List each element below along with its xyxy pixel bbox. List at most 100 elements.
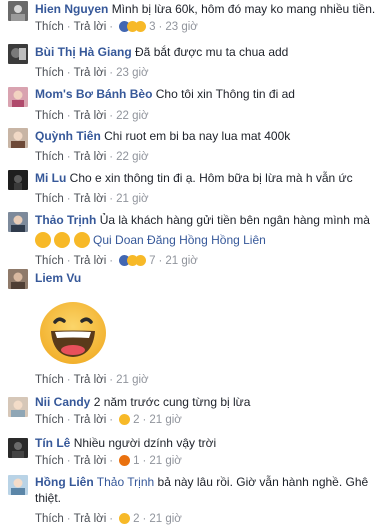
reaction-count: 2: [133, 414, 140, 426]
reply-link[interactable]: Trả lời: [74, 414, 107, 426]
reaction-count: 7: [149, 255, 156, 267]
comment-body: Hồng Liên Thảo Trịnh bả này lâu rồi. Giờ…: [35, 474, 388, 506]
avatar[interactable]: [8, 212, 28, 232]
avatar[interactable]: [8, 1, 28, 21]
avatar[interactable]: [8, 87, 28, 107]
comment-time[interactable]: 23 giờ: [165, 21, 197, 33]
sad-reaction-icon: [135, 21, 147, 32]
comment-actions: Thích · Trả lời · 23 giờ: [35, 67, 149, 79]
comment-time[interactable]: 21 giờ: [149, 455, 181, 467]
reply-link[interactable]: Trả lời: [74, 255, 107, 267]
comment-body: Nii Candy 2 năm trước cung từng bị lừa: [35, 394, 388, 410]
reaction-count: 1: [133, 455, 140, 467]
reply-link[interactable]: Trả lời: [74, 21, 107, 33]
comment-body: Bùi Thị Hà Giang Đã bắt được mu ta chua …: [35, 44, 388, 60]
comment-actions: Thích · Trả lời · 1 · 21 giờ: [35, 454, 182, 468]
comment-author[interactable]: Tín Lê: [35, 436, 70, 450]
wow-emoji-icon: [35, 232, 51, 248]
avatar[interactable]: [8, 128, 28, 148]
comment-time[interactable]: 21 giờ: [116, 374, 148, 386]
reaction-summary[interactable]: [118, 20, 147, 34]
angry-reaction-icon: [119, 455, 131, 466]
avatar[interactable]: [8, 170, 28, 190]
sad-reaction-icon: [119, 414, 131, 425]
haha-sticker: [37, 300, 109, 366]
comment-author[interactable]: Mom's Bơ Bánh Bèo: [35, 87, 152, 101]
comment-body: Liem Vu: [35, 270, 388, 286]
tagged-users[interactable]: Qui Doan Đăng Hồng Hồng Liên: [93, 233, 266, 247]
comment-author[interactable]: Nii Candy: [35, 395, 90, 409]
comment-text: Đã bắt được mu ta chua add: [135, 45, 289, 59]
like-link[interactable]: Thích: [35, 21, 64, 33]
comment-actions: Thích · Trả lời · 21 giờ: [35, 374, 149, 386]
avatar[interactable]: [8, 438, 28, 458]
comment-time[interactable]: 22 giờ: [116, 151, 148, 163]
comment-text: Chi ruot em bi ba nay lua mat 400k: [104, 129, 291, 143]
reaction-summary[interactable]: [118, 413, 131, 427]
like-link[interactable]: Thích: [35, 455, 64, 467]
comment-time[interactable]: 21 giờ: [149, 414, 181, 426]
comment-time[interactable]: 22 giờ: [116, 110, 148, 122]
reaction-count: 2: [133, 513, 140, 525]
like-link[interactable]: Thích: [35, 67, 64, 79]
comment-author[interactable]: Liem Vu: [35, 271, 81, 285]
comment-actions: Thích · Trả lời · 3 · 23 giờ: [35, 20, 198, 34]
mention-link[interactable]: Thảo Trịnh: [97, 475, 154, 489]
comment-text: Cho tôi xin Thông tin đi ad: [155, 87, 295, 101]
comment-mentions: Qui Doan Đăng Hồng Hồng Liên: [35, 232, 388, 248]
comment-text: Ủa là khách hàng gửi tiền bên ngân hàng …: [99, 213, 370, 227]
comment-actions: Thích · Trả lời · 22 giờ: [35, 110, 149, 122]
like-link[interactable]: Thích: [35, 255, 64, 267]
comment-text: Mình bị lừa 60k, hôm đó may ko mang nhiề…: [111, 2, 376, 16]
comment-text: Cho e xin thông tin đi ạ. Hôm bữa bị lừa…: [69, 171, 353, 185]
reply-link[interactable]: Trả lời: [74, 513, 107, 525]
comment-body: Tín Lê Nhiều người dzính vậy trời: [35, 435, 388, 451]
comment-author[interactable]: Mi Lu: [35, 171, 66, 185]
reply-link[interactable]: Trả lời: [74, 110, 107, 122]
comment-author[interactable]: Hien Nguyen: [35, 2, 108, 16]
comment-time[interactable]: 23 giờ: [116, 67, 148, 79]
like-link[interactable]: Thích: [35, 513, 64, 525]
comment-actions: Thích · Trả lời · 22 giờ: [35, 151, 149, 163]
comment-time[interactable]: 21 giờ: [149, 513, 181, 525]
avatar[interactable]: [8, 397, 28, 417]
comment-actions: Thích · Trả lời · 21 giờ: [35, 193, 149, 205]
reaction-count: 3: [149, 21, 156, 33]
comment-author[interactable]: Thảo Trịnh: [35, 213, 96, 227]
reaction-summary[interactable]: [118, 512, 131, 526]
reply-link[interactable]: Trả lời: [74, 67, 107, 79]
comment-body: Mom's Bơ Bánh Bèo Cho tôi xin Thông tin …: [35, 86, 388, 102]
like-link[interactable]: Thích: [35, 193, 64, 205]
avatar[interactable]: [8, 475, 28, 495]
reply-link[interactable]: Trả lời: [74, 374, 107, 386]
reaction-summary[interactable]: [118, 454, 131, 468]
comment-text: Nhiều người dzính vậy trời: [73, 436, 217, 450]
comment-actions: Thích · Trả lời · 2 · 21 giờ: [35, 413, 182, 427]
comment-author[interactable]: Bùi Thị Hà Giang: [35, 45, 132, 59]
comment-author[interactable]: Hồng Liên: [35, 475, 94, 489]
comment-body: Thảo Trịnh Ủa là khách hàng gửi tiền bên…: [35, 212, 388, 228]
comment-actions: Thích · Trả lời · 2 · 21 giờ: [35, 512, 182, 526]
comment-actions: Thích · Trả lời · 7 · 21 giờ: [35, 254, 198, 268]
reply-link[interactable]: Trả lời: [74, 193, 107, 205]
sad-reaction-icon: [119, 513, 131, 524]
comment-author[interactable]: Quỳnh Tiên: [35, 129, 101, 143]
avatar[interactable]: [8, 269, 28, 289]
like-link[interactable]: Thích: [35, 151, 64, 163]
wow-emoji-icon: [73, 232, 90, 248]
avatar[interactable]: [8, 44, 28, 64]
like-link[interactable]: Thích: [35, 414, 64, 426]
sad-reaction-icon: [135, 255, 147, 266]
like-link[interactable]: Thích: [35, 374, 64, 386]
wow-emoji-icon: [54, 232, 71, 248]
comment-body: Mi Lu Cho e xin thông tin đi ạ. Hôm bữa …: [35, 170, 388, 186]
reaction-summary[interactable]: [118, 254, 147, 268]
like-link[interactable]: Thích: [35, 110, 64, 122]
comment-text: 2 năm trước cung từng bị lừa: [93, 395, 251, 409]
comment-body: Hien Nguyen Mình bị lừa 60k, hôm đó may …: [35, 1, 388, 17]
comment-body: Quỳnh Tiên Chi ruot em bi ba nay lua mat…: [35, 128, 388, 144]
reply-link[interactable]: Trả lời: [74, 455, 107, 467]
reply-link[interactable]: Trả lời: [74, 151, 107, 163]
comment-time[interactable]: 21 giờ: [165, 255, 197, 267]
comment-time[interactable]: 21 giờ: [116, 193, 148, 205]
